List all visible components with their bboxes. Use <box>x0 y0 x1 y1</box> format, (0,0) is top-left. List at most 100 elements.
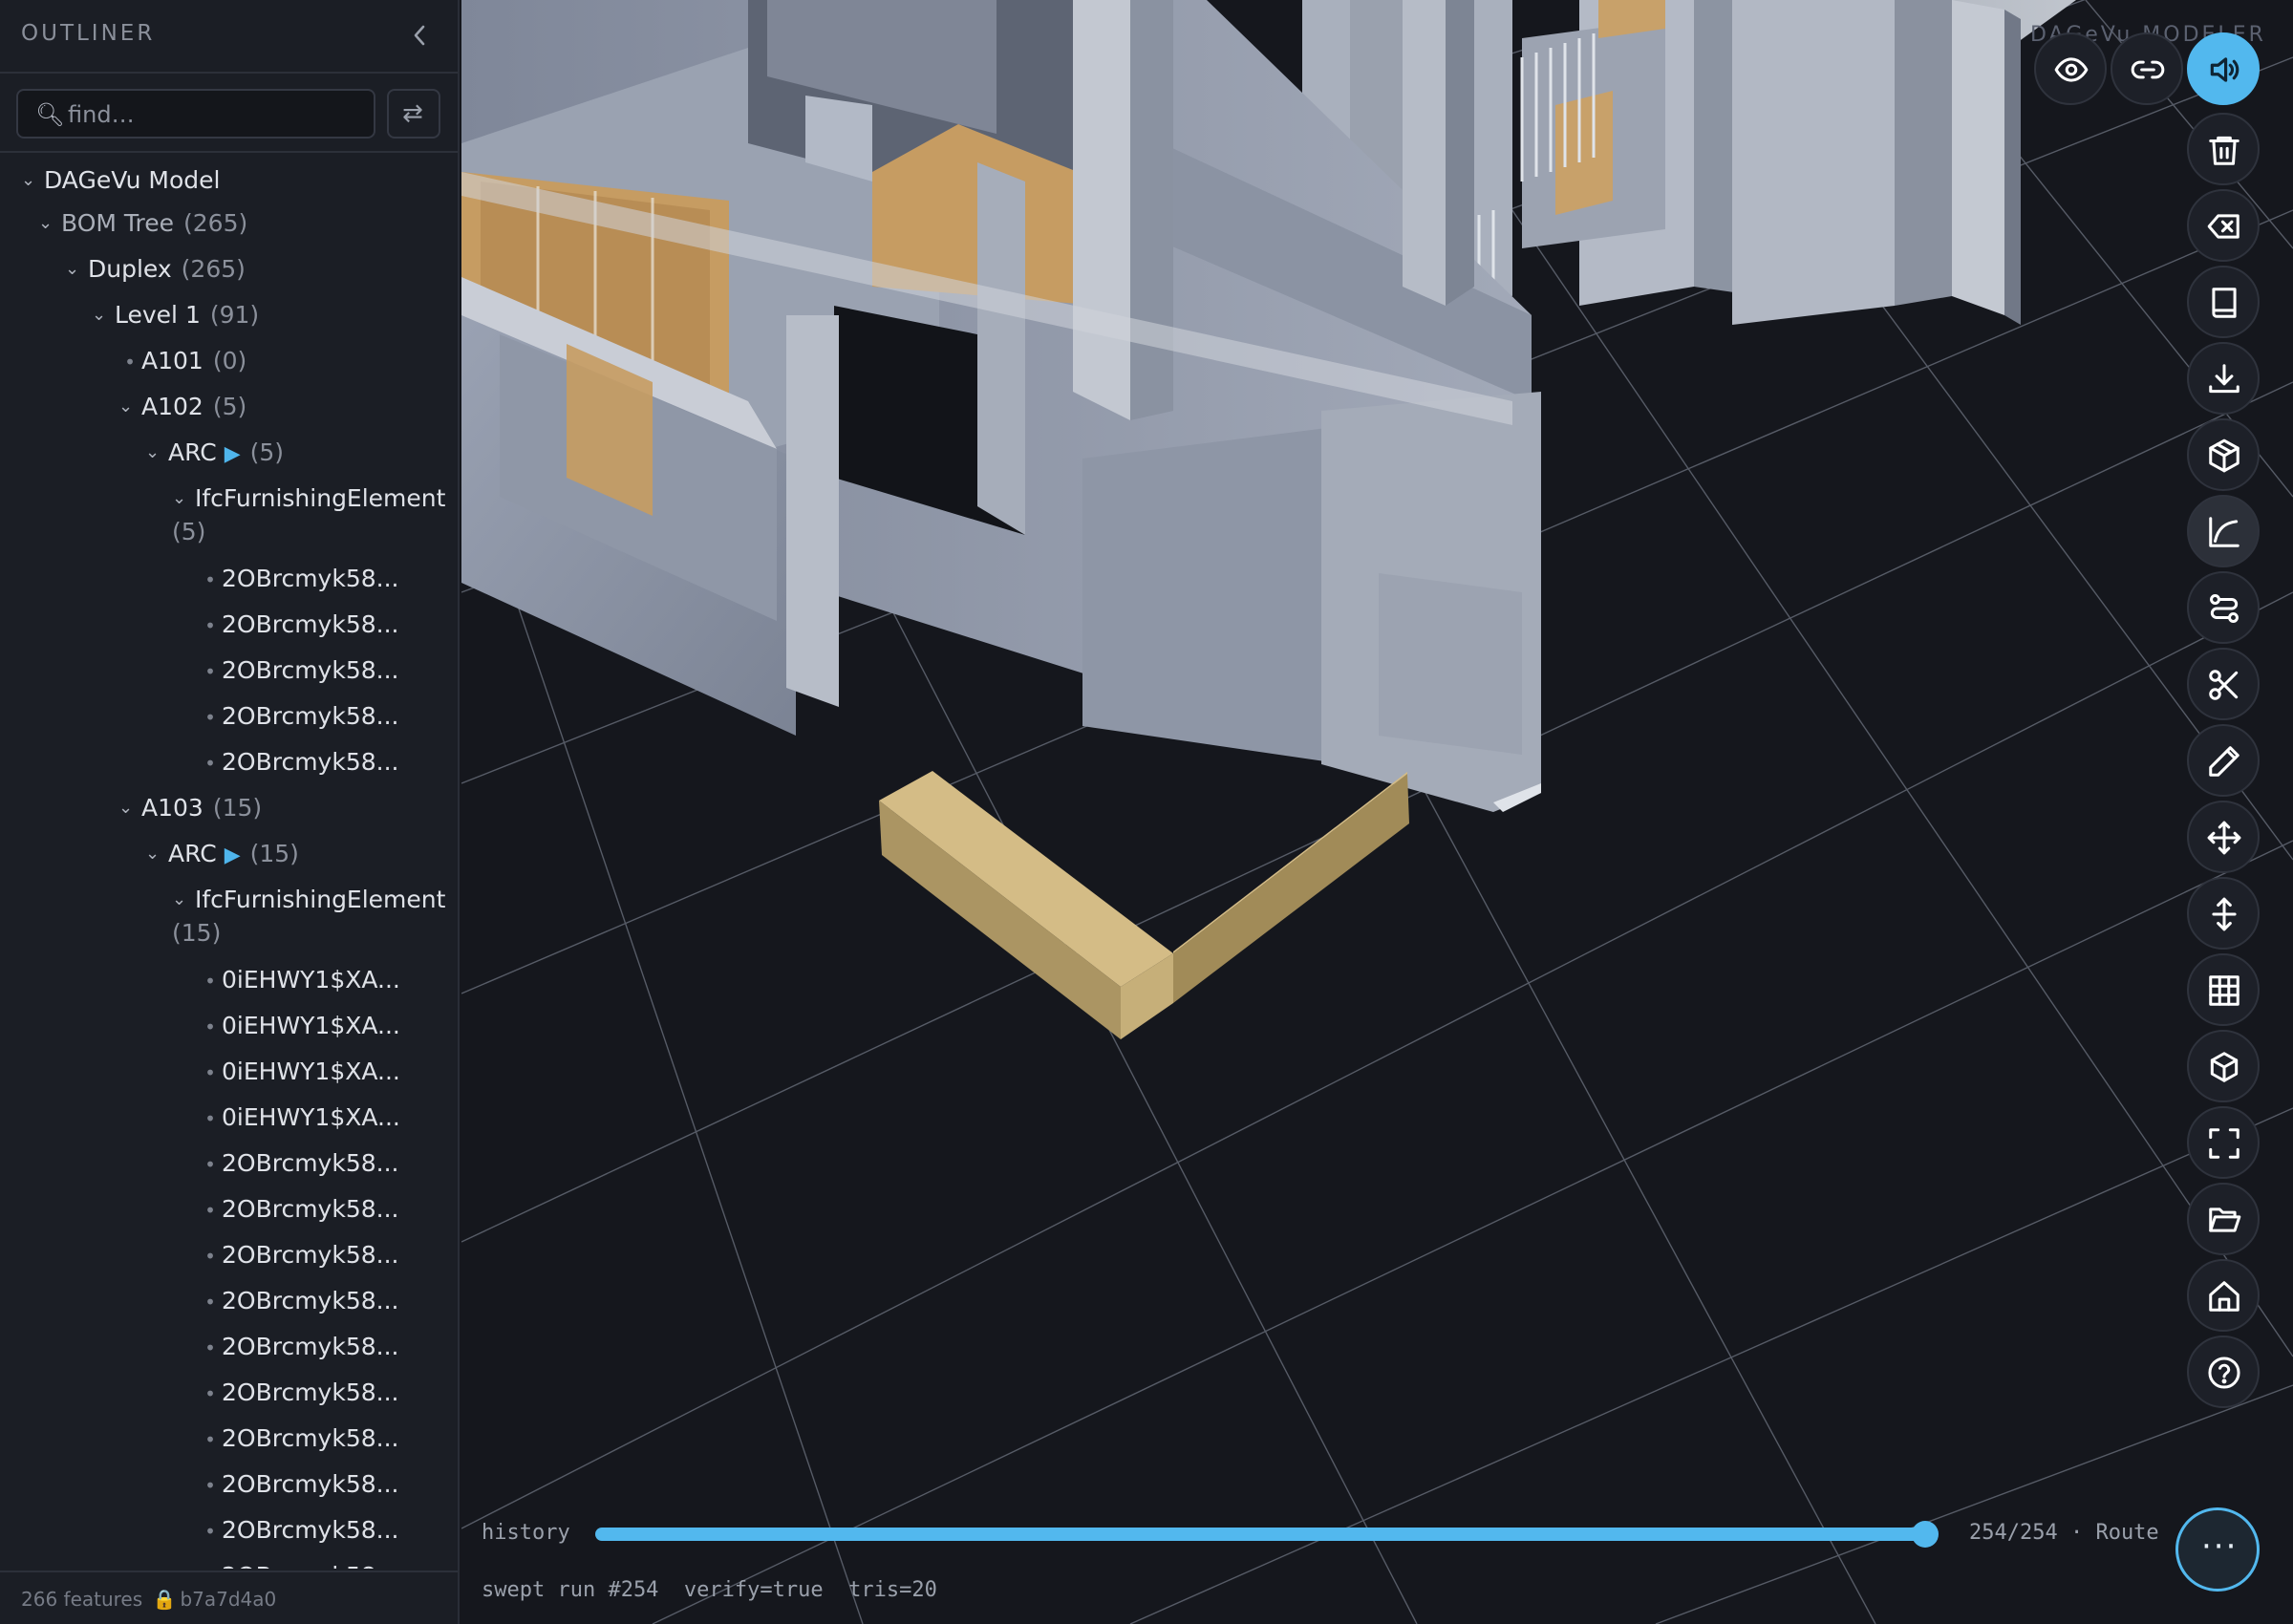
tree-node-label: 2OBrcmyk58... <box>222 1516 399 1544</box>
tree-node[interactable]: •2OBrcmyk58... <box>199 1149 398 1187</box>
draw-button[interactable] <box>2187 724 2260 797</box>
clear-button[interactable] <box>2187 189 2260 262</box>
tree-node[interactable]: • 0iEHWY1$XA... <box>199 1103 400 1142</box>
bullet-icon: • <box>204 1474 216 1497</box>
chevron-down-icon[interactable]: ⌄ <box>145 442 168 462</box>
chevron-down-icon[interactable]: ⌄ <box>118 396 141 417</box>
tree-node-label: 2OBrcmyk58... <box>222 1562 399 1569</box>
route-button[interactable] <box>2187 571 2260 644</box>
chevron-down-icon[interactable]: ⌄ <box>118 798 141 818</box>
tree-node-count: (15) <box>212 794 263 822</box>
tree-node-label: Level 1 <box>115 301 201 329</box>
tree-node[interactable]: •2OBrcmyk58... <box>199 1470 398 1508</box>
tree-node[interactable]: •2OBrcmyk58... <box>199 1424 399 1463</box>
bullet-icon: • <box>204 614 216 637</box>
chevron-down-icon[interactable]: ⌄ <box>65 259 88 279</box>
tree-node[interactable]: •2OBrcmyk58... <box>199 565 399 603</box>
tree-node[interactable]: ⌄ A103 (15) <box>118 794 262 832</box>
book-icon <box>2212 288 2237 318</box>
tree-node[interactable]: • 0iEHWY1$XA... <box>199 1012 400 1050</box>
tree-node-label: Duplex <box>88 255 172 283</box>
history-slider[interactable] <box>595 1521 1939 1548</box>
move-button[interactable] <box>2187 801 2260 873</box>
tree-node[interactable]: •2OBrcmyk58... <box>199 1333 398 1371</box>
delete-button[interactable] <box>2187 113 2260 185</box>
scene-canvas[interactable] <box>461 0 2293 1624</box>
tree-node[interactable]: ⌄ A102 (5) <box>118 393 246 431</box>
solid-button[interactable] <box>2187 1030 2260 1102</box>
bullet-icon: • <box>204 752 216 775</box>
tree-node[interactable]: ⌄ ARC ▶ (15) <box>145 840 299 878</box>
tree-node[interactable]: ⌄ Duplex (265) <box>65 255 246 293</box>
grid-button[interactable] <box>2187 953 2260 1026</box>
home-button[interactable] <box>2187 1259 2260 1332</box>
tree-node[interactable]: •2OBrcmyk58... <box>199 1195 398 1233</box>
search-box[interactable]: 🔍︎ <box>16 89 375 139</box>
bullet-icon: • <box>204 1291 216 1314</box>
collapse-panel-button[interactable] <box>405 19 434 52</box>
bullet-icon: • <box>204 1015 216 1038</box>
chevron-down-icon[interactable]: ⌄ <box>145 844 168 864</box>
lock-icon: 🔒 <box>152 1588 177 1611</box>
tree-node-count: (15) <box>172 919 222 947</box>
tree-node-label: 0iEHWY1$XA... <box>222 1058 400 1085</box>
tree-node[interactable]: ⌄ IfcFurnishingElement (5) <box>172 484 445 545</box>
package-button[interactable] <box>2187 418 2260 491</box>
chevron-down-icon[interactable]: ⌄ <box>172 488 195 508</box>
tree-node[interactable]: ⌄ BOM Tree (265) <box>38 209 247 247</box>
audio-button[interactable] <box>2187 32 2260 105</box>
tree-node[interactable]: •2OBrcmyk58... <box>199 702 398 740</box>
tree-node[interactable]: •2OBrcmyk58... <box>199 1516 399 1554</box>
tree-node[interactable]: •2OBrcmyk58... <box>199 610 398 649</box>
tree-node-label: 2OBrcmyk58... <box>222 1424 399 1452</box>
search-input[interactable] <box>68 96 364 133</box>
tree-node[interactable]: •2OBrcmyk58... <box>199 1378 398 1417</box>
tree-node-label: 0iEHWY1$XA... <box>222 966 400 994</box>
chevron-down-icon[interactable]: ⌄ <box>38 213 61 233</box>
docs-button[interactable] <box>2187 266 2260 338</box>
cut-button[interactable] <box>2187 648 2260 720</box>
link-button[interactable] <box>2111 32 2183 105</box>
tree-node[interactable]: ⌄ ARC ▶ (5) <box>145 438 284 477</box>
history-slider-thumb[interactable] <box>1912 1521 1939 1548</box>
outliner-header: OUTLINER <box>0 0 458 74</box>
3d-viewport[interactable]: DAGeVu MODELER <box>461 0 2293 1624</box>
play-icon[interactable]: ▶ <box>225 844 241 867</box>
tree-node-label: DAGeVu Model <box>44 166 221 194</box>
tree-node[interactable]: • 0iEHWY1$XA... <box>199 966 400 1004</box>
curve-tool-button[interactable] <box>2187 495 2260 567</box>
tree-node[interactable]: ⌄ IfcFurnishingElement (15) <box>172 886 445 947</box>
speaker-icon <box>2210 57 2239 82</box>
bullet-icon: • <box>204 1061 216 1084</box>
tree-node[interactable]: •2OBrcmyk58... <box>199 1562 399 1569</box>
help-button[interactable] <box>2187 1336 2260 1408</box>
tree-node[interactable]: •2OBrcmyk58... <box>199 1241 398 1279</box>
tree-node-count: (5) <box>249 438 285 466</box>
tree-node-label: 2OBrcmyk58... <box>222 656 399 684</box>
move-icon <box>2207 821 2241 855</box>
tree-node[interactable]: • A101 (0) <box>118 347 246 385</box>
vertical-move-button[interactable] <box>2187 877 2260 950</box>
tree-node[interactable]: ⌄ Level 1 (91) <box>92 301 259 339</box>
tree-node[interactable]: • 0iEHWY1$XA... <box>199 1058 400 1096</box>
open-button[interactable] <box>2187 1183 2260 1255</box>
tree-node[interactable]: •2OBrcmyk58... <box>199 1287 398 1325</box>
eye-icon <box>2054 57 2089 82</box>
selected-beam[interactable] <box>879 771 1409 1039</box>
swap-button[interactable]: ⇄ <box>387 89 440 139</box>
download-button[interactable] <box>2187 342 2260 415</box>
tree-node-label: 2OBrcmyk58... <box>222 565 399 592</box>
chevron-down-icon[interactable]: ⌄ <box>92 305 115 325</box>
feature-count: 266 features <box>21 1588 143 1611</box>
fullscreen-button[interactable] <box>2187 1106 2260 1179</box>
more-button[interactable]: ··· <box>2175 1507 2260 1592</box>
outliner-title: OUTLINER <box>21 21 156 46</box>
play-icon[interactable]: ▶ <box>225 442 241 466</box>
chevron-down-icon[interactable]: ⌄ <box>172 889 195 909</box>
chevron-down-icon[interactable]: ⌄ <box>21 170 44 190</box>
tree-node[interactable]: •2OBrcmyk58... <box>199 656 399 694</box>
visibility-button[interactable] <box>2034 32 2107 105</box>
route-icon <box>2210 594 2239 623</box>
tree-node[interactable]: •2OBrcmyk58... <box>199 748 398 786</box>
tree-node[interactable]: ⌄ DAGeVu Model <box>21 166 221 204</box>
